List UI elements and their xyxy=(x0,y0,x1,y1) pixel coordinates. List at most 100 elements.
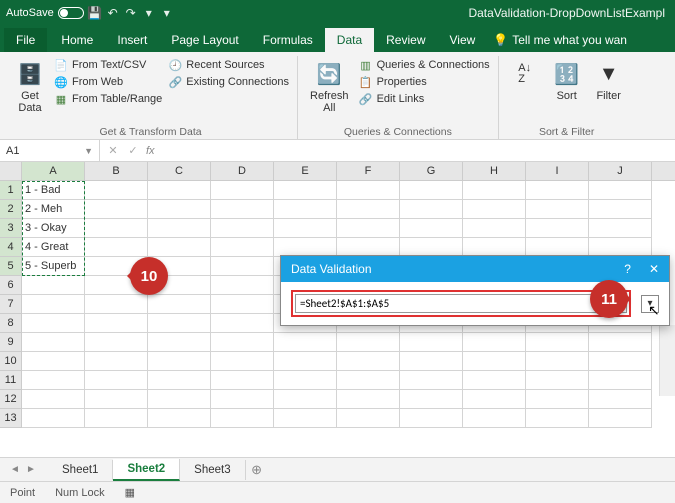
col-header[interactable]: B xyxy=(85,162,148,180)
cell[interactable] xyxy=(337,333,400,352)
sheet-tab-1[interactable]: Sheet1 xyxy=(48,460,113,480)
cancel-icon[interactable]: ✕ xyxy=(104,142,122,160)
cell[interactable]: 2 - Meh xyxy=(22,200,85,219)
refresh-all-button[interactable]: 🔄 Refresh All xyxy=(306,58,353,116)
tab-view[interactable]: View xyxy=(438,28,488,52)
close-button[interactable]: ✕ xyxy=(649,262,659,276)
save-icon[interactable]: 💾 xyxy=(88,6,102,20)
cell[interactable] xyxy=(400,352,463,371)
row-header[interactable]: 3 xyxy=(0,219,21,238)
col-header[interactable]: F xyxy=(337,162,400,180)
cell[interactable] xyxy=(211,390,274,409)
macro-icon[interactable]: ▦ xyxy=(125,486,135,499)
cell[interactable] xyxy=(211,295,274,314)
col-header[interactable]: I xyxy=(526,162,589,180)
cell[interactable] xyxy=(400,219,463,238)
cell[interactable] xyxy=(274,390,337,409)
cell[interactable] xyxy=(22,314,85,333)
cell[interactable] xyxy=(211,238,274,257)
row-header[interactable]: 11 xyxy=(0,371,21,390)
qat-icon[interactable]: ▾ xyxy=(142,6,156,20)
cell[interactable] xyxy=(526,409,589,428)
cell[interactable] xyxy=(148,371,211,390)
cell[interactable] xyxy=(400,390,463,409)
cell[interactable] xyxy=(211,371,274,390)
cell[interactable] xyxy=(463,352,526,371)
cell[interactable] xyxy=(148,200,211,219)
cell[interactable] xyxy=(463,333,526,352)
row-header[interactable]: 4 xyxy=(0,238,21,257)
row-header[interactable]: 13 xyxy=(0,409,21,428)
cell[interactable] xyxy=(400,333,463,352)
cell[interactable] xyxy=(274,219,337,238)
cell[interactable] xyxy=(148,390,211,409)
col-header[interactable]: D xyxy=(211,162,274,180)
redo-icon[interactable]: ↷ xyxy=(124,6,138,20)
cell[interactable] xyxy=(526,219,589,238)
col-header[interactable]: G xyxy=(400,162,463,180)
cell[interactable] xyxy=(274,181,337,200)
row-header[interactable]: 9 xyxy=(0,333,21,352)
cell[interactable] xyxy=(589,371,652,390)
from-table-button[interactable]: ▦From Table/Range xyxy=(54,92,162,106)
vertical-scrollbar[interactable] xyxy=(659,325,675,396)
cell[interactable] xyxy=(22,295,85,314)
sheet-tab-2[interactable]: Sheet2 xyxy=(113,459,180,481)
cell[interactable] xyxy=(463,371,526,390)
queries-button[interactable]: ▥Queries & Connections xyxy=(359,58,490,72)
cell[interactable] xyxy=(211,352,274,371)
cell[interactable] xyxy=(337,200,400,219)
row-header[interactable]: 1 xyxy=(0,181,21,200)
cell[interactable] xyxy=(526,352,589,371)
select-all-corner[interactable] xyxy=(0,162,22,181)
cell[interactable] xyxy=(211,181,274,200)
row-header[interactable]: 6 xyxy=(0,276,21,295)
cell[interactable] xyxy=(85,200,148,219)
source-input[interactable] xyxy=(295,294,627,313)
row-header[interactable]: 12 xyxy=(0,390,21,409)
cell[interactable] xyxy=(589,181,652,200)
cell[interactable] xyxy=(211,219,274,238)
cell[interactable] xyxy=(337,181,400,200)
sort-az-button[interactable]: A↓Z xyxy=(507,58,543,90)
tab-insert[interactable]: Insert xyxy=(105,28,159,52)
cell[interactable] xyxy=(526,200,589,219)
cell[interactable] xyxy=(22,371,85,390)
cell[interactable] xyxy=(400,409,463,428)
enter-icon[interactable]: ✓ xyxy=(124,142,142,160)
cell[interactable] xyxy=(337,390,400,409)
cell[interactable] xyxy=(148,409,211,428)
cell[interactable] xyxy=(85,314,148,333)
cell[interactable] xyxy=(85,181,148,200)
tab-home[interactable]: Home xyxy=(49,28,105,52)
cell[interactable] xyxy=(337,409,400,428)
cell[interactable] xyxy=(400,371,463,390)
row-header[interactable]: 10 xyxy=(0,352,21,371)
cell[interactable] xyxy=(463,219,526,238)
cell[interactable] xyxy=(22,409,85,428)
cell[interactable] xyxy=(85,238,148,257)
cell[interactable] xyxy=(589,409,652,428)
cell[interactable] xyxy=(148,333,211,352)
tab-file[interactable]: File xyxy=(4,28,47,52)
cell[interactable] xyxy=(337,352,400,371)
cell[interactable] xyxy=(274,200,337,219)
cell[interactable] xyxy=(22,390,85,409)
cell[interactable] xyxy=(22,333,85,352)
cell[interactable] xyxy=(211,409,274,428)
cell[interactable] xyxy=(463,390,526,409)
recent-sources-button[interactable]: 🕘Recent Sources xyxy=(168,58,289,72)
cell[interactable] xyxy=(526,333,589,352)
cell[interactable] xyxy=(274,371,337,390)
sheet-nav[interactable]: ◄► xyxy=(8,464,38,475)
row-header[interactable]: 7 xyxy=(0,295,21,314)
cell[interactable] xyxy=(85,409,148,428)
tab-review[interactable]: Review xyxy=(374,28,437,52)
cell[interactable] xyxy=(148,352,211,371)
dialog-titlebar[interactable]: Data Validation ? ✕ xyxy=(281,256,669,282)
cell[interactable] xyxy=(463,200,526,219)
from-text-csv-button[interactable]: 📄From Text/CSV xyxy=(54,58,162,72)
cell[interactable] xyxy=(148,295,211,314)
cell[interactable]: 1 - Bad xyxy=(22,181,85,200)
cell[interactable] xyxy=(85,352,148,371)
